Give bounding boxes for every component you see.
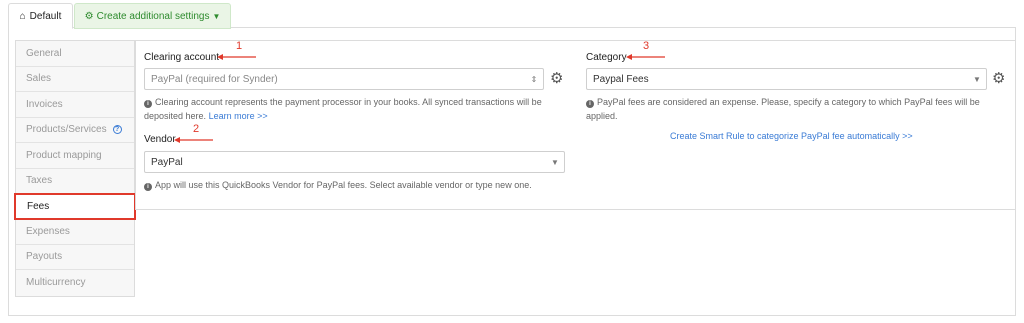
category-value: Paypal Fees [593, 73, 649, 85]
settings-sidebar: General Sales Invoices Products/Services… [14, 40, 136, 297]
caret-down-icon: ▼ [551, 157, 559, 167]
sidebar-item-label: Expenses [26, 225, 70, 237]
sidebar-item-label: Taxes [26, 175, 53, 187]
clearing-account-label: Clearing account [144, 52, 220, 63]
sidebar-item-label: Payouts [26, 251, 63, 263]
sidebar-item-label: Product mapping [26, 149, 102, 161]
category-help: i PayPal fees are considered an expense. … [586, 95, 1006, 123]
clearing-account-help-text: Clearing account represents the payment … [144, 97, 542, 121]
sidebar-item-general[interactable]: General [16, 41, 134, 67]
category-help-text: PayPal fees are considered an expense. P… [586, 97, 980, 121]
caret-down-icon: ▼ [212, 11, 221, 21]
sidebar-item-fees[interactable]: Fees [14, 193, 136, 220]
clearing-account-help: i Clearing account represents the payment… [144, 95, 544, 123]
info-icon: i [144, 183, 152, 191]
info-icon: i [144, 100, 152, 108]
vendor-value: PayPal [151, 156, 183, 168]
annotation-number-1: 1 [236, 40, 243, 52]
annotation-number-2: 2 [193, 123, 200, 135]
sidebar-item-payouts[interactable]: Payouts [16, 245, 134, 270]
category-select[interactable]: Paypal Fees ▼ [586, 68, 987, 90]
vendor-select[interactable]: PayPal ▼ [144, 151, 565, 173]
sidebar-item-label: Fees [27, 201, 50, 212]
sidebar-item-sales[interactable]: Sales [16, 67, 134, 92]
info-icon: i [586, 100, 594, 108]
annotation-arrow-1 [217, 54, 256, 60]
annotation-arrow-2 [174, 137, 213, 143]
category-label: Category [586, 52, 627, 63]
sidebar-item-invoices[interactable]: Invoices [16, 92, 134, 118]
vendor-help-text: App will use this QuickBooks Vendor for … [155, 180, 532, 190]
create-smart-rule-link[interactable]: Create Smart Rule to categorize PayPal f… [670, 131, 913, 141]
sidebar-item-label: Products/Services [26, 124, 107, 136]
category-gear-icon[interactable]: ⚙ [992, 71, 1005, 86]
sidebar-item-product-mapping[interactable]: Product mapping [16, 143, 134, 169]
annotation-number-3: 3 [643, 40, 650, 52]
sidebar-item-expenses[interactable]: Expenses [16, 219, 134, 245]
clearing-account-select[interactable]: PayPal (required for Synder) ⇕ [144, 68, 544, 90]
sidebar-item-label: Multicurrency [26, 277, 86, 289]
tab-create-additional-settings[interactable]: ⚙ Create additional settings ▼ [74, 3, 231, 29]
clearing-account-value: PayPal (required for Synder) [151, 73, 278, 85]
tab-create-label: Create additional settings [96, 10, 210, 22]
vendor-help: i App will use this QuickBooks Vendor for… [144, 178, 574, 192]
gear-icon: ⚙ [84, 10, 94, 22]
sidebar-item-taxes[interactable]: Taxes [16, 169, 134, 194]
vendor-label: Vendor [144, 134, 176, 145]
sidebar-item-label: Sales [26, 73, 52, 85]
home-icon: ⌂ [19, 10, 26, 22]
help-icon[interactable]: ? [112, 125, 122, 135]
clearing-account-gear-icon[interactable]: ⚙ [550, 71, 563, 86]
caret-down-icon: ▼ [973, 74, 981, 84]
sidebar-item-multicurrency[interactable]: Multicurrency [16, 270, 134, 296]
tab-default-label: Default [29, 10, 62, 22]
sidebar-item-products-services[interactable]: Products/Services? [16, 118, 134, 143]
learn-more-link[interactable]: Learn more >> [209, 111, 268, 121]
tab-bar: ⌂ Default ⚙ Create additional settings ▼ [8, 0, 1016, 29]
fees-settings-panel: Clearing account PayPal (required for Sy… [135, 40, 1016, 210]
updown-arrow-icon: ⇕ [530, 74, 538, 84]
annotation-arrow-3 [626, 54, 665, 60]
tab-default[interactable]: ⌂ Default [8, 3, 73, 29]
sidebar-item-label: General [26, 47, 62, 59]
sidebar-item-label: Invoices [26, 98, 63, 110]
